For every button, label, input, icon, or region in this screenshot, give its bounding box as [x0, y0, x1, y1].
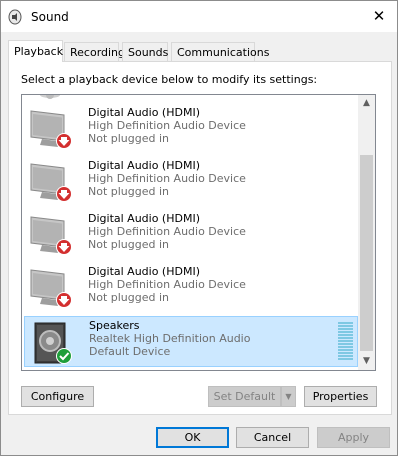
list-item[interactable]: Digital Audio (HDMI) High Definition Aud…	[24, 210, 358, 261]
tab-playback[interactable]: Playback	[8, 40, 63, 62]
title-bar: Sound ✕	[1, 1, 397, 32]
sound-dialog: Sound ✕ Playback Recording Sounds Commun…	[0, 0, 398, 456]
scroll-up-arrow-icon[interactable]: ▲	[358, 95, 375, 112]
vertical-scrollbar[interactable]: ▲ ▼	[358, 95, 375, 370]
instruction-text: Select a playback device below to modify…	[21, 73, 318, 86]
volume-level-meter	[338, 322, 353, 362]
speaker-icon	[40, 95, 60, 99]
device-name: Digital Audio (HDMI)	[88, 106, 200, 119]
device-name: Digital Audio (HDMI)	[88, 265, 200, 278]
properties-button[interactable]: Properties	[304, 386, 377, 407]
device-status: Not plugged in	[88, 238, 170, 251]
scroll-thumb[interactable]	[360, 155, 373, 351]
device-status: Not plugged in	[88, 291, 170, 304]
device-description: High Definition Audio Device	[88, 278, 246, 291]
device-status: Not plugged in	[88, 185, 170, 198]
tab-communications[interactable]: Communications	[171, 42, 269, 61]
list-item[interactable]	[24, 95, 358, 102]
apply-button[interactable]: Apply	[317, 427, 390, 448]
tab-recording[interactable]: Recording	[64, 42, 125, 61]
device-description: High Definition Audio Device	[88, 119, 246, 132]
list-item-selected[interactable]: Speakers Realtek High Definition Audio D…	[24, 316, 358, 367]
ok-button[interactable]: OK	[156, 427, 229, 448]
device-status: Not plugged in	[88, 132, 170, 145]
window-title: Sound	[31, 10, 69, 24]
sound-app-icon	[8, 9, 22, 25]
monitor-icon	[30, 269, 72, 308]
configure-button[interactable]: Configure	[21, 386, 94, 407]
default-check-icon	[57, 349, 71, 363]
device-description: High Definition Audio Device	[88, 172, 246, 185]
monitor-icon	[30, 110, 72, 149]
chevron-down-icon[interactable]: ▼	[281, 386, 296, 407]
device-name: Speakers	[89, 319, 140, 332]
list-item[interactable]: Digital Audio (HDMI) High Definition Aud…	[24, 157, 358, 208]
tab-sounds[interactable]: Sounds	[122, 42, 168, 61]
list-item[interactable]: Digital Audio (HDMI) High Definition Aud…	[24, 263, 358, 314]
device-status: Default Device	[89, 345, 171, 358]
monitor-icon	[30, 216, 72, 255]
scroll-down-arrow-icon[interactable]: ▼	[358, 353, 375, 370]
tab-strip: Playback Recording Sounds Communications	[8, 40, 393, 62]
device-description: Realtek High Definition Audio	[89, 332, 251, 345]
set-default-button[interactable]: Set Default	[208, 386, 281, 407]
device-list[interactable]: Digital Audio (HDMI) High Definition Aud…	[21, 94, 376, 371]
cancel-button[interactable]: Cancel	[236, 427, 309, 448]
device-name: Digital Audio (HDMI)	[88, 212, 200, 225]
device-description: High Definition Audio Device	[88, 225, 246, 238]
speaker-icon	[34, 322, 72, 364]
device-name: Digital Audio (HDMI)	[88, 159, 200, 172]
close-button[interactable]: ✕	[361, 1, 397, 32]
list-item[interactable]: Digital Audio (HDMI) High Definition Aud…	[24, 104, 358, 155]
monitor-icon	[30, 163, 72, 202]
